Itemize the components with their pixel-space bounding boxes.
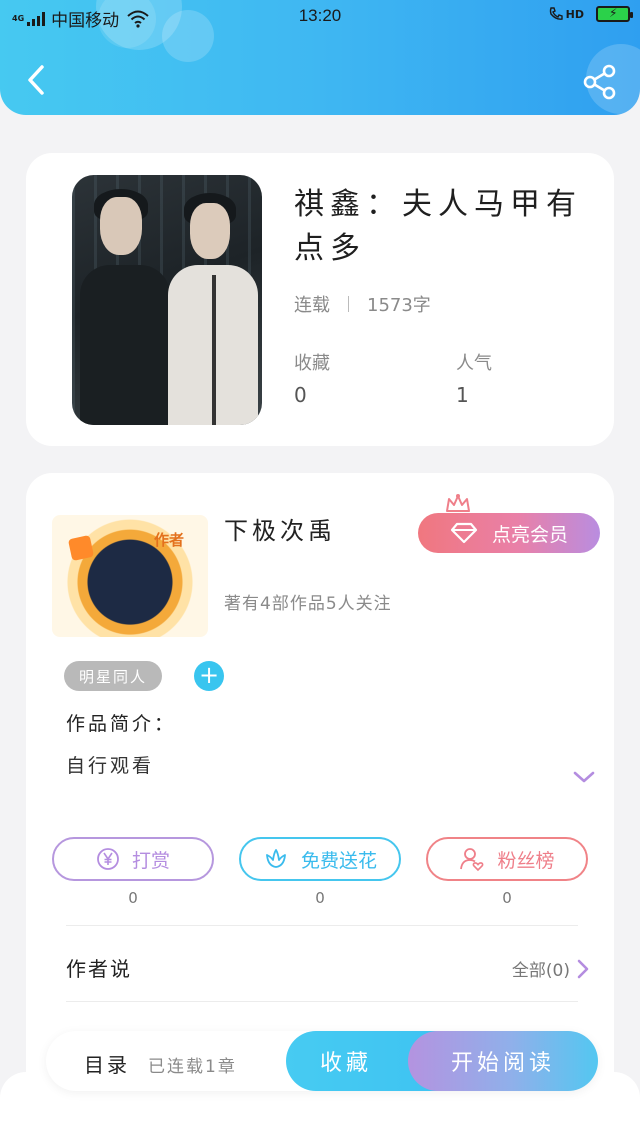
clock: 13:20 [298,6,342,25]
author-description: 著有4部作品5人关注 [224,594,392,614]
back-button[interactable] [18,60,58,100]
flower-icon [266,849,286,868]
book-info-card: 祺鑫：夫人马甲有点多 连载 1573字 收藏 0 人气 1 [26,153,614,446]
sticker-icon [67,534,95,562]
charging-bolt-icon: ⚡ [609,6,618,20]
bottom-action-bar: 目录 已连载1章 收藏 开始阅读 [46,1031,598,1091]
start-reading-label: 开始阅读 [450,1051,555,1076]
favorites-label: 收藏 [294,353,330,374]
collect-label: 收藏 [319,1051,372,1076]
phone-icon [549,7,563,20]
start-reading-button[interactable]: 开始阅读 [408,1031,598,1091]
send-flower-button[interactable]: 免费送花 [239,837,401,881]
author-says-label: 作者说 [66,957,132,981]
meta-divider [348,296,349,312]
intro-text: 自行观看 [66,755,155,777]
chevron-right-icon [577,959,589,978]
hd-call-indicator: HD [548,6,584,22]
status-right: HD ⚡ [548,6,633,22]
author-avatar[interactable]: 作者 [52,515,208,637]
book-cover-image[interactable] [72,175,262,425]
user-heart-icon [460,848,484,872]
intro-label: 作品简介： [66,713,177,735]
author-card: 作者 下极次禹 著有4部作品5人关注 点亮会员 明星同人 + 作品简介： 自行观… [26,473,614,1113]
top-header: 4G 中国移动 13:20 HD ⚡ [0,0,640,115]
section-divider [66,1001,578,1002]
popularity-label: 人气 [456,353,492,374]
book-title: 祺鑫：夫人马甲有点多 [294,187,582,266]
share-button[interactable] [580,62,620,102]
favorites-count: 0 [294,383,307,407]
reward-label: 打赏 [131,849,170,872]
fans-count: 0 [502,889,512,907]
table-of-contents-button[interactable]: 目录 [84,1049,130,1078]
reward-button[interactable]: 打赏 [52,837,214,881]
section-divider [66,925,578,926]
crown-icon [446,494,470,512]
fans-ranking-label: 粉丝榜 [497,849,555,872]
book-meta: 连载 1573字 [294,291,431,317]
send-flower-label: 免费送花 [300,849,377,872]
author-says-all-link[interactable]: 全部(0) [512,956,590,981]
status-bar: 4G 中国移动 13:20 HD ⚡ [0,6,640,31]
flower-count: 0 [315,889,325,907]
author-name[interactable]: 下极次禹 [224,511,336,546]
battery-icon: ⚡ [596,6,633,22]
yen-icon [97,848,119,870]
serial-status: 连载 [294,295,330,316]
word-count: 1573字 [367,295,431,316]
genre-tag[interactable]: 明星同人 [64,661,162,691]
expand-chevron-icon[interactable] [572,769,596,785]
diamond-icon [450,522,478,544]
add-tag-button[interactable]: + [194,661,224,691]
popularity-count: 1 [456,383,469,407]
reward-count: 0 [128,889,138,907]
vip-button-label: 点亮会员 [491,523,568,546]
avatar-author-tag: 作者 [153,531,184,549]
vip-button[interactable]: 点亮会员 [418,513,600,553]
author-says-all-label: 全部(0) [511,961,570,981]
fans-ranking-button[interactable]: 粉丝榜 [426,837,588,881]
hd-label: HD [565,7,584,21]
chapter-count: 已连载1章 [148,1057,237,1077]
